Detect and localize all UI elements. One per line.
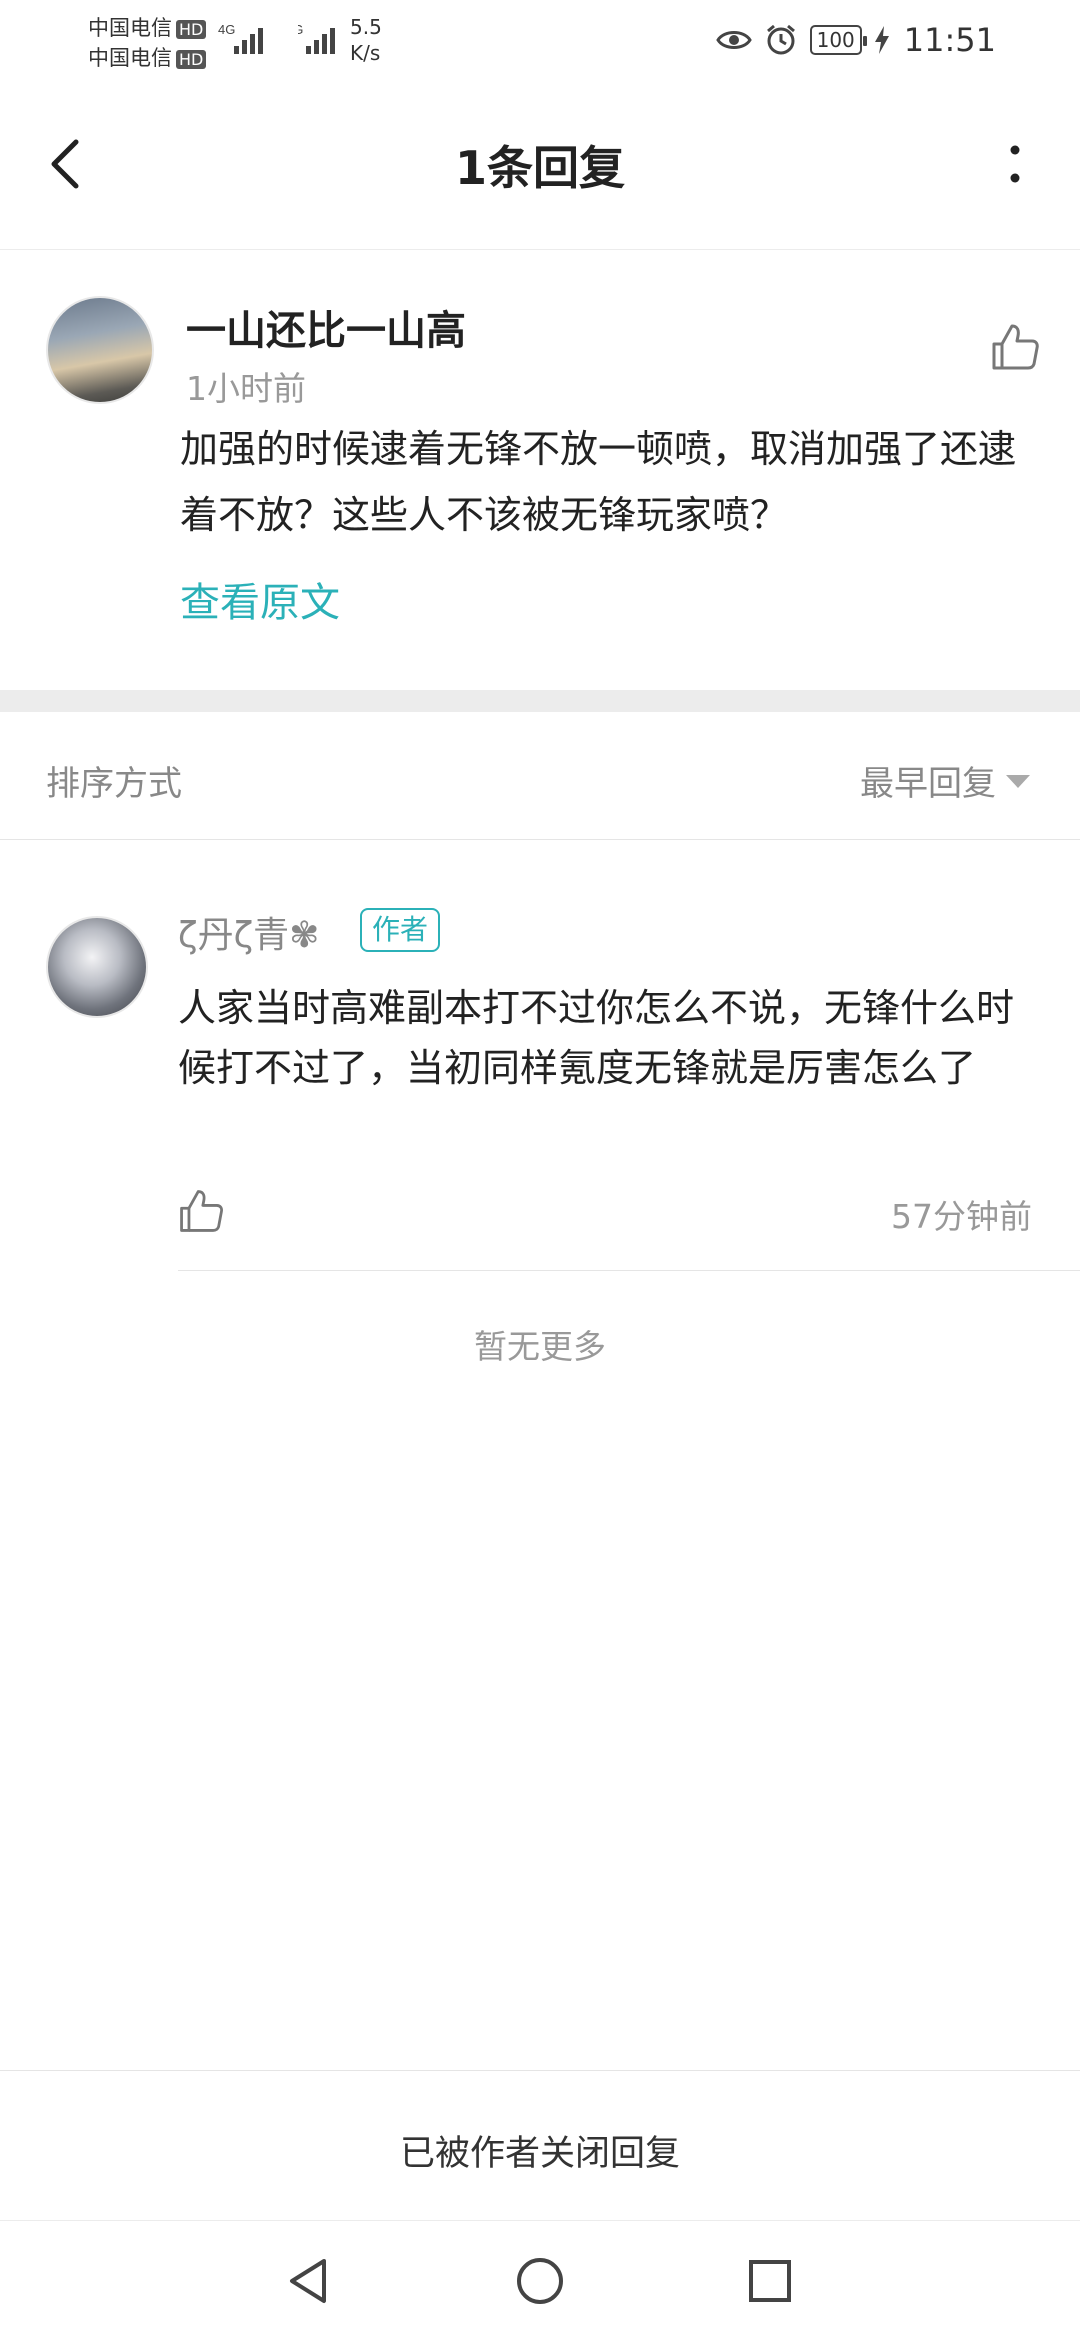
sort-label: 排序方式 [46, 764, 182, 804]
signal-strength-2-icon: 4G [298, 22, 335, 54]
hd-badge-1: HD [176, 20, 207, 39]
view-original-link[interactable]: 查看原文 [180, 570, 340, 628]
hd-badge-2: HD [176, 50, 207, 69]
carrier-2-label: 中国电信 [88, 46, 172, 70]
author-badge: 作者 [360, 908, 441, 952]
carrier-1-label: 中国电信 [88, 16, 172, 40]
charging-icon [874, 26, 889, 54]
battery-icon: 100 [809, 25, 867, 55]
carrier-2: 中国电信 HD [88, 42, 207, 72]
thumbs-up-icon[interactable] [988, 320, 1042, 374]
section-divider [0, 690, 1080, 712]
status-icons: 100 11:51 [715, 18, 996, 62]
carrier-1: 中国电信 HD [88, 12, 207, 42]
reply-thumbs-up-icon[interactable] [176, 1186, 226, 1236]
eye-icon [715, 31, 752, 49]
reply-closed-bar: 已被作者关闭回复 [0, 2070, 1080, 2220]
network-speed: 5.5 K/s [350, 14, 382, 66]
reply-closed-notice: 已被作者关闭回复 [399, 2134, 680, 2174]
page-header: 1条回复 [0, 82, 1080, 250]
more-options-icon[interactable] [990, 134, 1040, 194]
original-author-avatar[interactable] [46, 296, 154, 404]
network-speed-value: 5.5 [350, 15, 382, 39]
sort-bar: 排序方式 最早回复 [0, 712, 1080, 840]
reply-text: 人家当时高难副本打不过你怎么不说，无锋什么时候打不过了，当初同样氪度无锋就是厉害… [178, 986, 1015, 1090]
original-comment: 一山还比一山高 1小时前 加强的时候逮着无锋不放一顿喷，取消加强了还逮着不放？这… [0, 250, 1080, 690]
network-speed-unit: K/s [350, 41, 381, 65]
nav-home-icon[interactable] [510, 2251, 570, 2311]
network-type-2: 4G [298, 22, 303, 37]
network-type-1: 4G [218, 22, 235, 37]
dropdown-triangle-icon [1006, 775, 1030, 788]
original-author-name[interactable]: 一山还比一山高 [186, 298, 466, 356]
sort-dropdown[interactable]: 最早回复 [860, 756, 1030, 805]
original-comment-text: 加强的时候逮着无锋不放一顿喷，取消加强了还逮着不放？这些人不该被无锋玩家喷？ [180, 427, 1017, 537]
status-bar: 中国电信HD 中国电信HD 4G 4G 5.5 K/s 100 [0, 0, 1080, 82]
system-nav-bar [0, 2220, 1080, 2340]
no-more-text: 暂无更多 [474, 1327, 606, 1366]
page-title: 1条回复 [454, 141, 625, 195]
sort-selected-value: 最早回复 [860, 764, 996, 804]
alarm-icon [766, 24, 795, 55]
nav-recents-icon[interactable] [740, 2251, 800, 2311]
original-comment-time: 1小时前 [186, 369, 306, 408]
clock-time: 11:51 [903, 21, 996, 59]
signal-strength-1-icon: 4G [218, 22, 263, 54]
reply-author-name[interactable]: ζ丹ζ青✾ [178, 906, 319, 958]
nav-back-icon[interactable] [280, 2251, 340, 2311]
reply-divider [178, 1270, 1080, 1271]
reply-item: ζ丹ζ青✾ 作者 人家当时高难副本打不过你怎么不说，无锋什么时候打不过了，当初同… [0, 840, 1080, 1271]
reply-time: 57分钟前 [891, 1197, 1032, 1236]
battery-level: 100 [816, 28, 855, 52]
reply-author-avatar[interactable] [46, 916, 148, 1018]
